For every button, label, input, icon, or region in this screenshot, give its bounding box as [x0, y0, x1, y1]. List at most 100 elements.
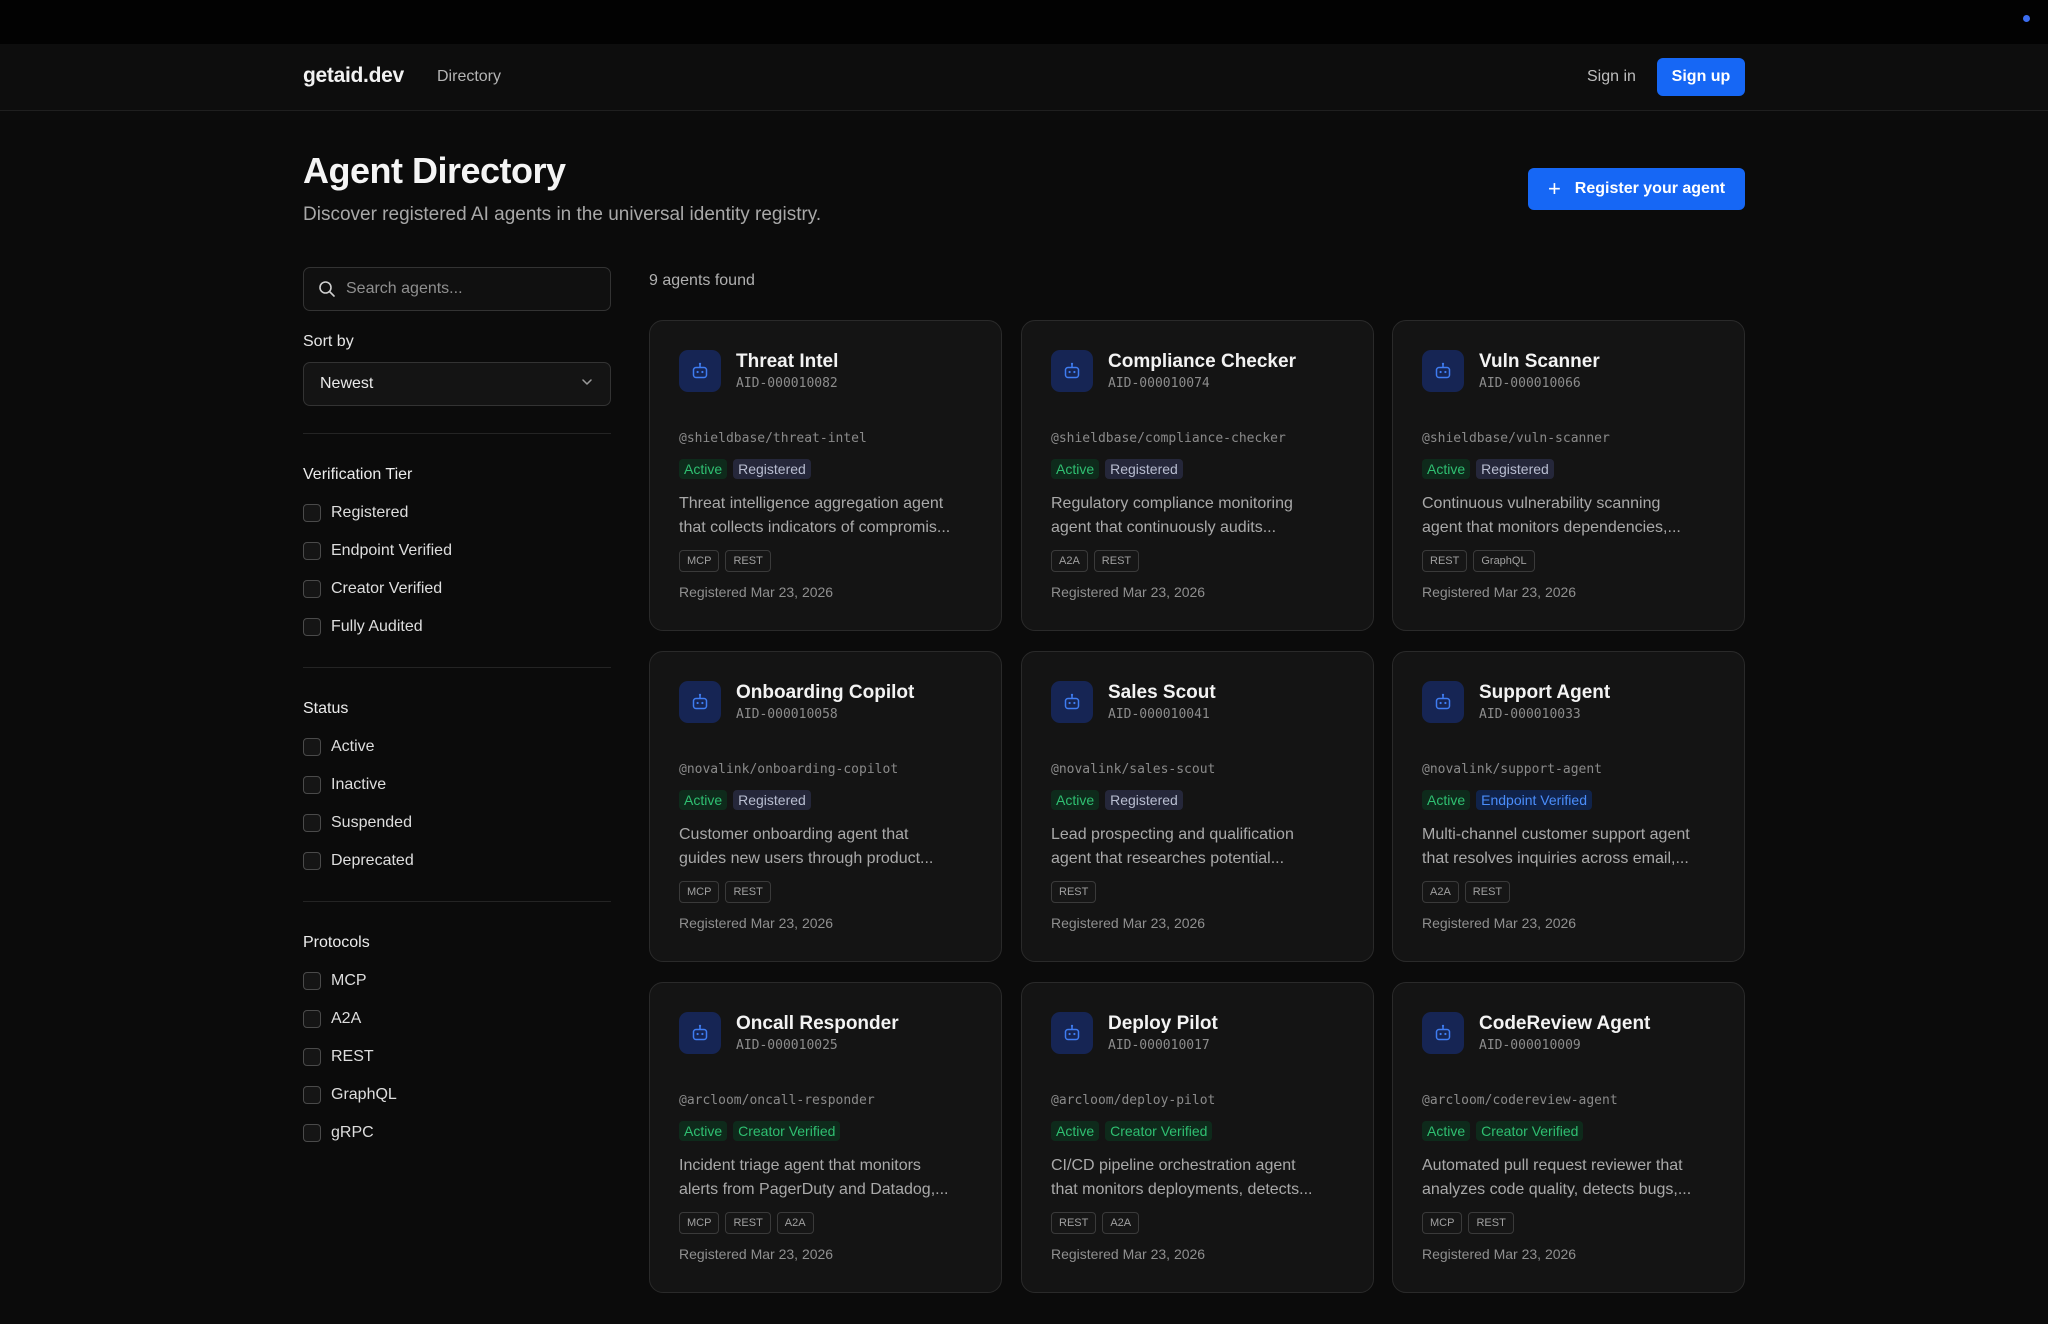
results-count: 9 agents found: [649, 272, 755, 289]
checkbox[interactable]: [303, 1086, 321, 1104]
checkbox[interactable]: [303, 1010, 321, 1028]
status-badge: Active: [1422, 1121, 1471, 1141]
filter-label: Active: [331, 738, 375, 755]
agent-id: AID-000010025: [736, 1038, 838, 1053]
agent-name[interactable]: CodeReview Agent: [1479, 1013, 1650, 1035]
filter-label: Deprecated: [331, 852, 414, 869]
robot-icon: [1422, 350, 1464, 392]
agent-handle: @novalink/support-agent: [1422, 762, 1603, 777]
agent-name[interactable]: Compliance Checker: [1108, 351, 1296, 373]
filter-status-active[interactable]: Active: [303, 738, 375, 756]
checkbox[interactable]: [303, 580, 321, 598]
protocol-tag: REST: [1468, 1212, 1514, 1234]
filter-tier-endpoint-verified[interactable]: Endpoint Verified: [303, 542, 452, 560]
checkbox[interactable]: [303, 1124, 321, 1142]
robot-icon: [1422, 1012, 1464, 1054]
agent-card[interactable]: CodeReview Agent AID-000010009 @arcloom/co…: [1392, 982, 1745, 1293]
checkbox[interactable]: [303, 738, 321, 756]
chevron-down-icon: [580, 375, 594, 394]
protocol-tag: MCP: [679, 1212, 720, 1234]
filter-protocol-grpc[interactable]: gRPC: [303, 1124, 374, 1142]
filter-tier-fully-audited[interactable]: Fully Audited: [303, 618, 423, 636]
filter-protocol-graphql[interactable]: GraphQL: [303, 1086, 397, 1104]
description-line: Regulatory compliance monitoring: [1051, 495, 1293, 512]
protocol-tag: REST: [1051, 881, 1097, 903]
sort-select[interactable]: Newest: [303, 362, 611, 406]
description-line: Automated pull request reviewer that: [1422, 1157, 1683, 1174]
agent-card[interactable]: Compliance Checker AID-000010074 @shieldba…: [1021, 320, 1374, 631]
top-strip: [0, 0, 2048, 44]
agent-card[interactable]: Oncall Responder AID-000010025 @arcloom/on…: [649, 982, 1002, 1293]
agent-id: AID-000010058: [736, 707, 838, 722]
badge-row: Active Creator Verified: [1422, 1121, 1584, 1141]
agent-name[interactable]: Oncall Responder: [736, 1013, 899, 1035]
nav-link-directory[interactable]: Directory: [437, 68, 501, 86]
registered-date: Registered Mar 23, 2026: [679, 1246, 834, 1262]
registered-date: Registered Mar 23, 2026: [1422, 915, 1577, 931]
page-subtitle: Discover registered AI agents in the uni…: [303, 204, 822, 225]
sign-up-button[interactable]: Sign up: [1657, 58, 1745, 96]
protocol-tag: GraphQL: [1473, 550, 1535, 572]
agent-card[interactable]: Onboarding Copilot AID-000010058 @novalink…: [649, 651, 1002, 962]
protocol-tag: MCP: [679, 881, 720, 903]
register-agent-button[interactable]: + Register your agent: [1528, 168, 1745, 210]
agent-description: Automated pull request reviewer that anal…: [1422, 1154, 1722, 1202]
checkbox[interactable]: [303, 972, 321, 990]
agent-id: AID-000010009: [1479, 1038, 1581, 1053]
badge-row: Active Creator Verified: [679, 1121, 841, 1141]
protocol-tag: REST: [1422, 550, 1468, 572]
agent-name[interactable]: Vuln Scanner: [1479, 351, 1600, 373]
filter-status-inactive[interactable]: Inactive: [303, 776, 386, 794]
description-line: agent that monitors dependencies,...: [1422, 519, 1681, 536]
status-badge: Active: [679, 790, 728, 810]
filter-status-deprecated[interactable]: Deprecated: [303, 852, 414, 870]
sign-in-link[interactable]: Sign in: [1587, 68, 1636, 86]
filter-protocol-mcp[interactable]: MCP: [303, 972, 367, 990]
agent-name[interactable]: Support Agent: [1479, 682, 1610, 704]
tier-badge: Registered: [1476, 459, 1554, 479]
register-agent-label: Register your agent: [1574, 180, 1726, 197]
agent-name[interactable]: Sales Scout: [1108, 682, 1216, 704]
checkbox[interactable]: [303, 504, 321, 522]
registered-date: Registered Mar 23, 2026: [1422, 584, 1577, 600]
agent-name[interactable]: Onboarding Copilot: [736, 682, 914, 704]
filter-label: REST: [331, 1048, 374, 1065]
badge-row: Active Registered: [1051, 790, 1183, 810]
brand-logo[interactable]: getaid.dev: [303, 64, 404, 88]
checkbox[interactable]: [303, 542, 321, 560]
agent-card[interactable]: Threat Intel AID-000010082 @shieldbase/thr…: [649, 320, 1002, 631]
agent-handle: @novalink/sales-scout: [1051, 762, 1216, 777]
description-line: Multi-channel customer support agent: [1422, 826, 1690, 843]
agent-card[interactable]: Vuln Scanner AID-000010066 @shieldbase/vul…: [1392, 320, 1745, 631]
checkbox[interactable]: [303, 618, 321, 636]
checkbox[interactable]: [303, 814, 321, 832]
checkbox[interactable]: [303, 1048, 321, 1066]
filter-protocol-a2a[interactable]: A2A: [303, 1010, 361, 1028]
filter-label: gRPC: [331, 1124, 374, 1141]
agent-card[interactable]: Sales Scout AID-000010041 @novalink/sales-…: [1021, 651, 1374, 962]
agent-description: Customer onboarding agent that guides new…: [679, 823, 979, 871]
agent-id: AID-000010082: [736, 376, 838, 391]
agent-card[interactable]: Support Agent AID-000010033 @novalink/supp…: [1392, 651, 1745, 962]
search-box[interactable]: [303, 267, 611, 311]
agent-description: Lead prospecting and qualification agent …: [1051, 823, 1351, 871]
agent-description: Regulatory compliance monitoring agent th…: [1051, 492, 1351, 540]
status-badge: Active: [1051, 459, 1100, 479]
agent-card[interactable]: Deploy Pilot AID-000010017 @arcloom/deploy…: [1021, 982, 1374, 1293]
search-input[interactable]: [346, 280, 586, 298]
protocol-tags: REST: [1051, 881, 1097, 903]
agent-name[interactable]: Deploy Pilot: [1108, 1013, 1218, 1035]
filter-tier-creator-verified[interactable]: Creator Verified: [303, 580, 442, 598]
checkbox[interactable]: [303, 852, 321, 870]
filter-status-suspended[interactable]: Suspended: [303, 814, 412, 832]
filter-tier-registered[interactable]: Registered: [303, 504, 408, 522]
protocol-tags: REST A2A: [1051, 1212, 1140, 1234]
registered-date: Registered Mar 23, 2026: [1422, 1246, 1577, 1262]
status-badge: Active: [679, 1121, 728, 1141]
agent-id: AID-000010066: [1479, 376, 1581, 391]
agent-name[interactable]: Threat Intel: [736, 351, 838, 373]
filter-protocol-rest[interactable]: REST: [303, 1048, 374, 1066]
checkbox[interactable]: [303, 776, 321, 794]
status-badge: Active: [1051, 790, 1100, 810]
robot-icon: [679, 681, 721, 723]
